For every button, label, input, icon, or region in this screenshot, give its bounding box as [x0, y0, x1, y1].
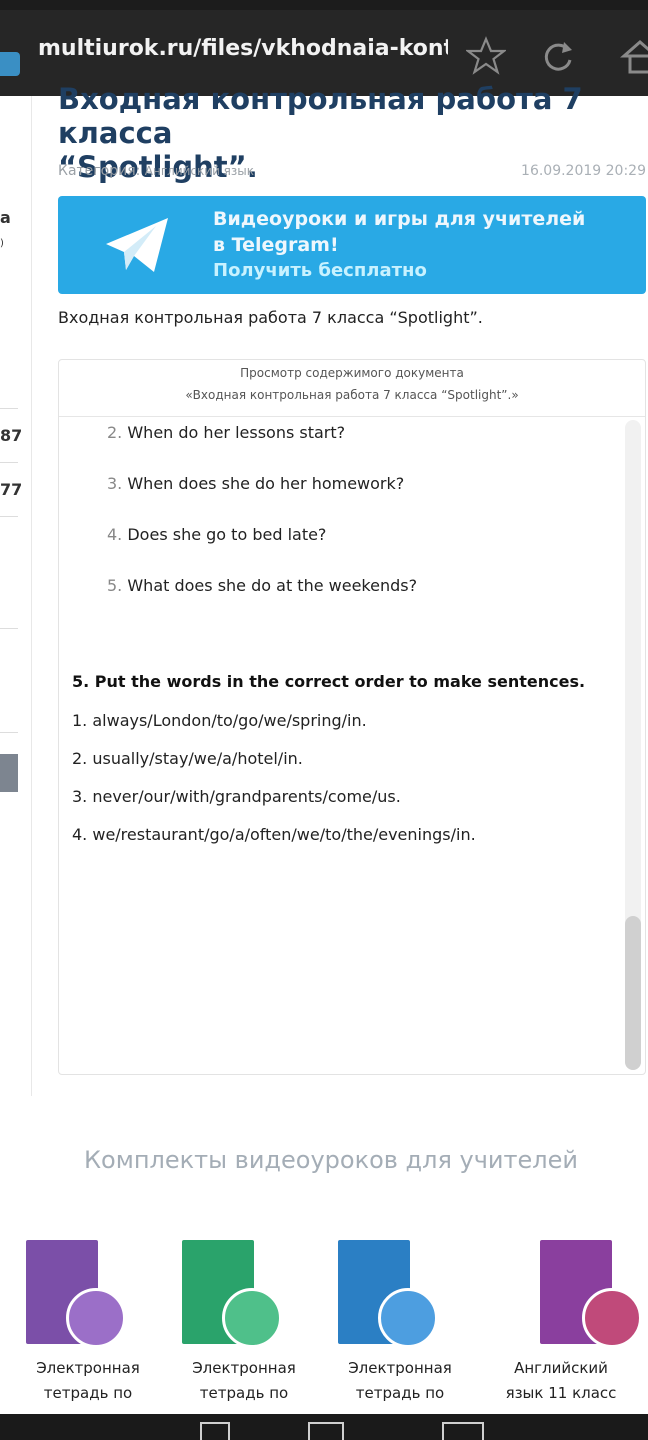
- nav-windows-icon[interactable]: [442, 1422, 484, 1440]
- reload-icon[interactable]: [538, 36, 578, 76]
- telegram-plane-icon: [106, 218, 168, 272]
- telegram-banner[interactable]: Видеоуроки и игры для учителей в Telegra…: [58, 196, 646, 294]
- document-scrollbar-thumb[interactable]: [625, 916, 641, 1070]
- home-icon[interactable]: [620, 36, 648, 76]
- product-title: Электронная тетрадь по: [192, 1359, 296, 1402]
- banner-line-2: в Telegram!: [213, 234, 339, 256]
- product-cover-image: [174, 1236, 314, 1352]
- nav-home-icon[interactable]: [308, 1422, 344, 1440]
- site-favicon-icon: [0, 52, 20, 76]
- url-field[interactable]: multiurok.ru/files/vkhodnaia-kontr...: [38, 36, 448, 61]
- publish-date: 16.09.2019 20:29: [521, 163, 646, 179]
- product-title: Электронная тетрадь по: [36, 1359, 140, 1402]
- sidebar-count-2: 77: [0, 480, 23, 499]
- task-item: 3. never/our/with/grandparents/come/us.: [72, 787, 401, 806]
- product-cover-image: [486, 1236, 642, 1352]
- product-title: Электронная тетрадь по: [348, 1359, 452, 1402]
- category-link[interactable]: Английский язык: [145, 164, 254, 178]
- document-preview: Просмотр содержимого документа «Входная …: [58, 359, 646, 1075]
- task-item: 1. always/London/to/go/we/spring/in.: [72, 711, 367, 730]
- kits-section-title: Комплекты видеоуроков для учителей: [84, 1146, 578, 1174]
- question-item: 5. What does she do at the weekends?: [107, 576, 418, 595]
- product-cover-image: [18, 1236, 158, 1352]
- sidebar-button-fragment[interactable]: [0, 754, 18, 792]
- article-meta: Категория: Английский язык 16.09.2019 20…: [58, 163, 646, 183]
- banner-line-1: Видеоуроки и игры для учителей: [213, 208, 586, 230]
- article-description: Входная контрольная работа 7 класса “Spo…: [58, 308, 483, 327]
- question-item: 3. When does she do her homework?: [107, 474, 405, 493]
- sidebar-count-1: 87: [0, 426, 23, 445]
- question-item: 2. When do her lessons start?: [107, 423, 346, 442]
- category-label: Категория:: [58, 163, 141, 179]
- product-cover-image: [330, 1236, 470, 1352]
- product-title: Английский язык 11 класс: [505, 1359, 617, 1402]
- left-sidebar-fragment: а ) 87 77: [0, 96, 22, 1416]
- content-divider: [31, 96, 32, 1096]
- question-item: 4. Does she go to bed late?: [107, 525, 327, 544]
- android-navigation-bar: [0, 1414, 648, 1440]
- banner-cta[interactable]: Получить бесплатно: [213, 260, 427, 281]
- bookmark-star-icon[interactable]: [466, 36, 506, 76]
- preview-header-doc-name: «Входная контрольная работа 7 класса “Sp…: [185, 388, 519, 402]
- task-item: 4. we/restaurant/go/a/often/we/to/the/ev…: [72, 825, 476, 844]
- sidebar-fragment-text: а: [0, 208, 11, 227]
- status-bar: [0, 0, 648, 10]
- nav-tabs-icon[interactable]: [200, 1422, 230, 1440]
- task-item: 2. usually/stay/we/a/hotel/in.: [72, 749, 303, 768]
- document-preview-header: Просмотр содержимого документа «Входная …: [59, 360, 645, 417]
- task-heading: 5. Put the words in the correct order to…: [72, 672, 586, 691]
- preview-header-title: Просмотр содержимого документа: [240, 366, 464, 380]
